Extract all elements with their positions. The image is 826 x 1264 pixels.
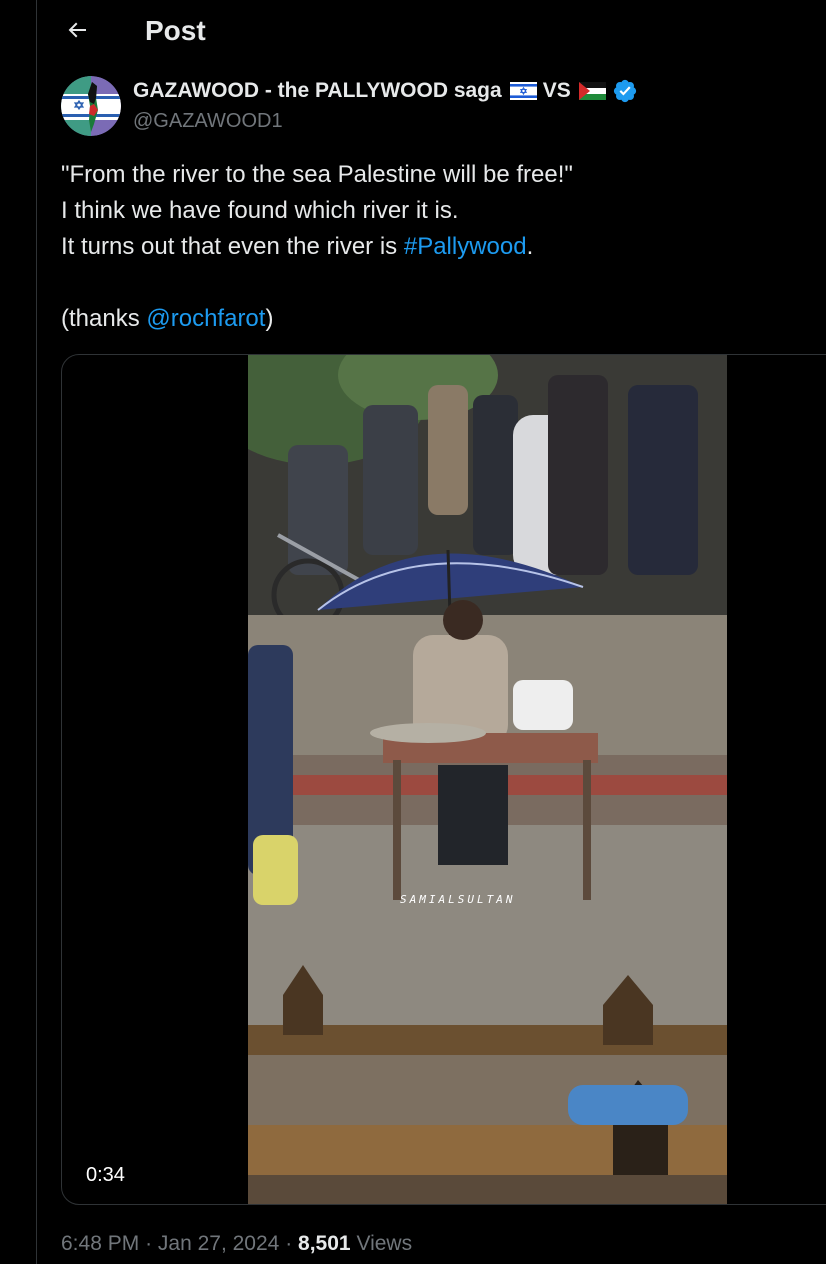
views-label: Views	[356, 1232, 413, 1255]
views-count: 8,501	[298, 1232, 351, 1255]
verified-badge-icon[interactable]	[612, 78, 638, 104]
video-still-image	[248, 355, 727, 1204]
post-header: Post	[37, 0, 826, 62]
post-date[interactable]: Jan 27, 2024	[158, 1232, 279, 1255]
author-name[interactable]: GAZAWOOD - the PALLYWOOD saga	[133, 79, 502, 103]
tweet-text: "From the river to the sea Palestine wil…	[61, 157, 801, 337]
mention-link[interactable]: @rochfarot	[146, 305, 265, 332]
meta-separator-1: ·	[145, 1232, 153, 1255]
post-time[interactable]: 6:48 PM	[61, 1232, 139, 1255]
tweet-line-2: I think we have found which river it is.	[61, 197, 459, 224]
author-name-row[interactable]: GAZAWOOD - the PALLYWOOD saga VS	[133, 77, 638, 105]
video-watermark: SAMIALSULTAN	[400, 893, 516, 906]
post-page: Post GAZAWOOD - the PALLYWOOD saga VS @G…	[0, 0, 826, 1264]
tweet-line-1: "From the river to the sea Palestine wil…	[61, 161, 573, 188]
vs-label: VS	[542, 79, 571, 102]
tweet-line-3-prefix: It turns out that even the river is	[61, 233, 404, 260]
post-meta: 6:48 PM · Jan 27, 2024 · 8,501 Views	[61, 1230, 412, 1258]
page-title: Post	[145, 15, 206, 46]
tweet-line-3-suffix: .	[526, 233, 534, 260]
hashtag-link[interactable]: #Pallywood	[404, 233, 527, 260]
arrow-left-icon	[68, 22, 86, 38]
back-button[interactable]	[59, 12, 95, 48]
video-player[interactable]: SAMIALSULTAN 0:34	[61, 354, 826, 1205]
tweet-line-5: (thanks @rochfarot)	[61, 301, 801, 337]
palestine-flag-icon	[578, 82, 606, 100]
tweet-line-3: It turns out that even the river is #Pal…	[61, 229, 801, 265]
video-duration-badge: 0:34	[76, 1160, 135, 1190]
column-divider	[36, 0, 37, 1264]
tweet-line-5-suffix: )	[265, 305, 274, 332]
author-handle[interactable]: @GAZAWOOD1	[133, 108, 283, 134]
meta-separator-2: ·	[285, 1232, 293, 1255]
tweet-line-5-prefix: (thanks	[61, 305, 147, 332]
video-frame[interactable]: SAMIALSULTAN	[248, 355, 727, 1204]
avatar[interactable]	[61, 76, 121, 136]
israel-flag-icon	[509, 82, 537, 100]
avatar-image	[61, 76, 121, 136]
